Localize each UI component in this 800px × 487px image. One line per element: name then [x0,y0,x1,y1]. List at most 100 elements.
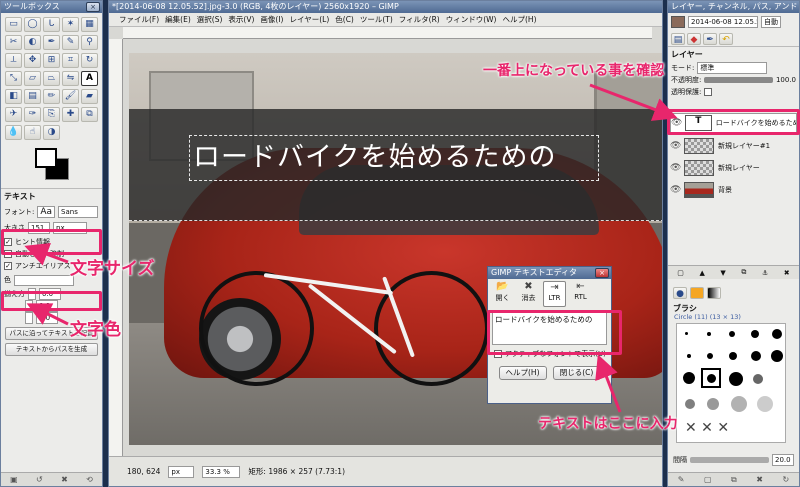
tab-paths-icon[interactable]: ✒ [703,32,717,45]
brush-dot[interactable] [757,396,773,412]
mode-select[interactable]: 標準 [697,62,768,74]
image-titlebar[interactable]: *[2014-06-08 12.05.52].jpg-3.0 (RGB, 4枚の… [109,1,662,13]
ellipse-select-icon[interactable]: ◯ [24,17,41,32]
raise-layer-icon[interactable]: ▲ [699,269,704,277]
duplicate-brush-icon[interactable]: ⧉ [731,475,737,485]
reset-icon[interactable]: ⟲ [86,475,93,484]
scale-icon[interactable]: ⤡ [5,71,22,86]
menu-filters[interactable]: フィルタ(R) [399,14,440,25]
menu-help[interactable]: ヘルプ(H) [503,14,537,25]
foreground-color-swatch[interactable] [35,148,57,168]
opacity-slider[interactable] [704,77,773,83]
close-button[interactable]: 閉じる(C) [552,366,601,380]
menu-colors[interactable]: 色(C) [335,14,354,25]
brush-dot[interactable] [683,372,695,384]
measure-icon[interactable]: ⟂ [5,53,22,68]
menu-layer[interactable]: レイヤー(L) [289,14,329,25]
antialias-checkbox[interactable]: ✓ [4,262,12,270]
ink-icon[interactable]: ✑ [24,107,41,122]
menu-windows[interactable]: ウィンドウ(W) [446,14,497,25]
paintbrush-icon[interactable]: 🖌 [62,89,79,104]
scissors-icon[interactable]: ✂ [5,35,22,50]
lower-layer-icon[interactable]: ▼ [720,269,725,277]
lock-alpha-checkbox[interactable] [704,88,713,96]
blend-icon[interactable]: ▤ [24,89,41,104]
tab-gradients-icon[interactable] [707,287,721,299]
color-select-icon[interactable]: ▦ [81,17,98,32]
brush-dot[interactable] [707,398,719,410]
flip-icon[interactable]: ⇋ [62,71,79,86]
brush-dot[interactable] [707,332,711,336]
image-select[interactable]: 2014-06-08 12.05.52.jpg-3 [688,16,758,28]
opacity-value[interactable]: 100.0 [776,76,796,84]
visibility-eye-icon[interactable]: 👁 [670,185,681,195]
menu-edit[interactable]: 編集(E) [165,14,191,25]
crop-icon[interactable]: ⌗ [62,53,79,68]
tab-channels-icon[interactable]: ◆ [687,32,701,45]
rotate-icon[interactable]: ↻ [81,53,98,68]
brush-dot[interactable] [753,374,763,384]
brush-dot[interactable] [685,399,695,409]
brush-grid[interactable]: ✕ ✕ ✕ [676,323,786,443]
justify-fill-icon[interactable] [25,312,33,324]
menu-image[interactable]: 画像(I) [260,14,283,25]
brush-dot[interactable] [751,351,761,361]
editor-titlebar[interactable]: GIMP テキストエディタ × [488,267,611,279]
brush-dot[interactable] [729,331,735,337]
duplicate-layer-icon[interactable]: ⧉ [741,268,746,277]
align-icon[interactable]: ⊞ [43,53,60,68]
path-from-text-button[interactable]: テキストからパスを生成 [5,343,98,356]
airbrush-icon[interactable]: ✈ [5,107,22,122]
brush-dot[interactable] [707,353,713,359]
delete-icon[interactable]: ✖ [61,475,68,484]
brush-dot[interactable] [771,350,783,362]
auto-button[interactable]: 自動 [761,16,781,28]
tab-patterns-icon[interactable] [690,287,704,299]
spacing-value[interactable]: 20.0 [772,454,794,466]
visibility-eye-icon[interactable]: 👁 [670,163,681,173]
new-brush-icon[interactable]: ▢ [704,475,712,484]
layer-row-new[interactable]: 👁 新規レイヤー [670,158,797,178]
delete-brush-icon[interactable]: ✖ [756,475,763,484]
save-icon[interactable]: ▣ [10,475,18,484]
toolbox-titlebar[interactable]: ツールボックス × [1,1,102,13]
close-icon[interactable]: × [86,2,100,12]
vertical-ruler[interactable] [109,39,123,456]
brush-dot[interactable] [685,332,688,335]
text-tool-icon[interactable]: A [81,71,98,86]
spin-field-3[interactable]: 0.0 [36,312,58,324]
menu-view[interactable]: 表示(V) [228,14,254,25]
ltr-button[interactable]: ⇥ LTR [543,281,566,307]
zoom-icon[interactable]: ⚲ [81,35,98,50]
new-layer-icon[interactable]: ▢ [677,269,684,277]
visibility-eye-icon[interactable]: 👁 [670,141,681,151]
refresh-brush-icon[interactable]: ↻ [783,475,790,484]
selected-brush-cell[interactable] [701,368,721,388]
brush-dot[interactable] [731,396,747,412]
open-button[interactable]: 📂 開く [491,281,514,307]
free-select-icon[interactable]: ᒐ [43,17,60,32]
horizontal-ruler[interactable] [123,27,652,39]
text-color-button[interactable] [14,274,74,286]
perspective-icon[interactable]: ⏢ [43,71,60,86]
clone-icon[interactable]: ⎘ [43,107,60,122]
tab-undo-icon[interactable]: ↶ [719,32,733,45]
brush-dot[interactable] [751,330,759,338]
smudge-icon[interactable]: ☝ [24,125,41,140]
heal-icon[interactable]: ✚ [62,107,79,122]
rect-select-icon[interactable]: ▭ [5,17,22,32]
font-preview-button[interactable]: Aa [37,206,56,218]
fuzzy-select-icon[interactable]: ✶ [62,17,79,32]
paths-icon[interactable]: ✒ [43,35,60,50]
brush-dot[interactable] [687,354,691,358]
bucket-fill-icon[interactable]: ◧ [5,89,22,104]
tab-layers-icon[interactable]: ▤ [671,32,685,45]
delete-layer-icon[interactable]: ✖ [784,269,790,277]
brush-dot[interactable] [729,372,743,386]
tab-brushes-icon[interactable]: ● [673,287,687,299]
eraser-icon[interactable]: ▰ [81,89,98,104]
canvas-text-layer[interactable]: ロードバイクを始めるための [189,135,599,181]
clear-button[interactable]: ✖ 消去 [517,281,540,307]
anchor-layer-icon[interactable]: ⚓ [762,269,768,277]
menu-select[interactable]: 選択(S) [197,14,223,25]
